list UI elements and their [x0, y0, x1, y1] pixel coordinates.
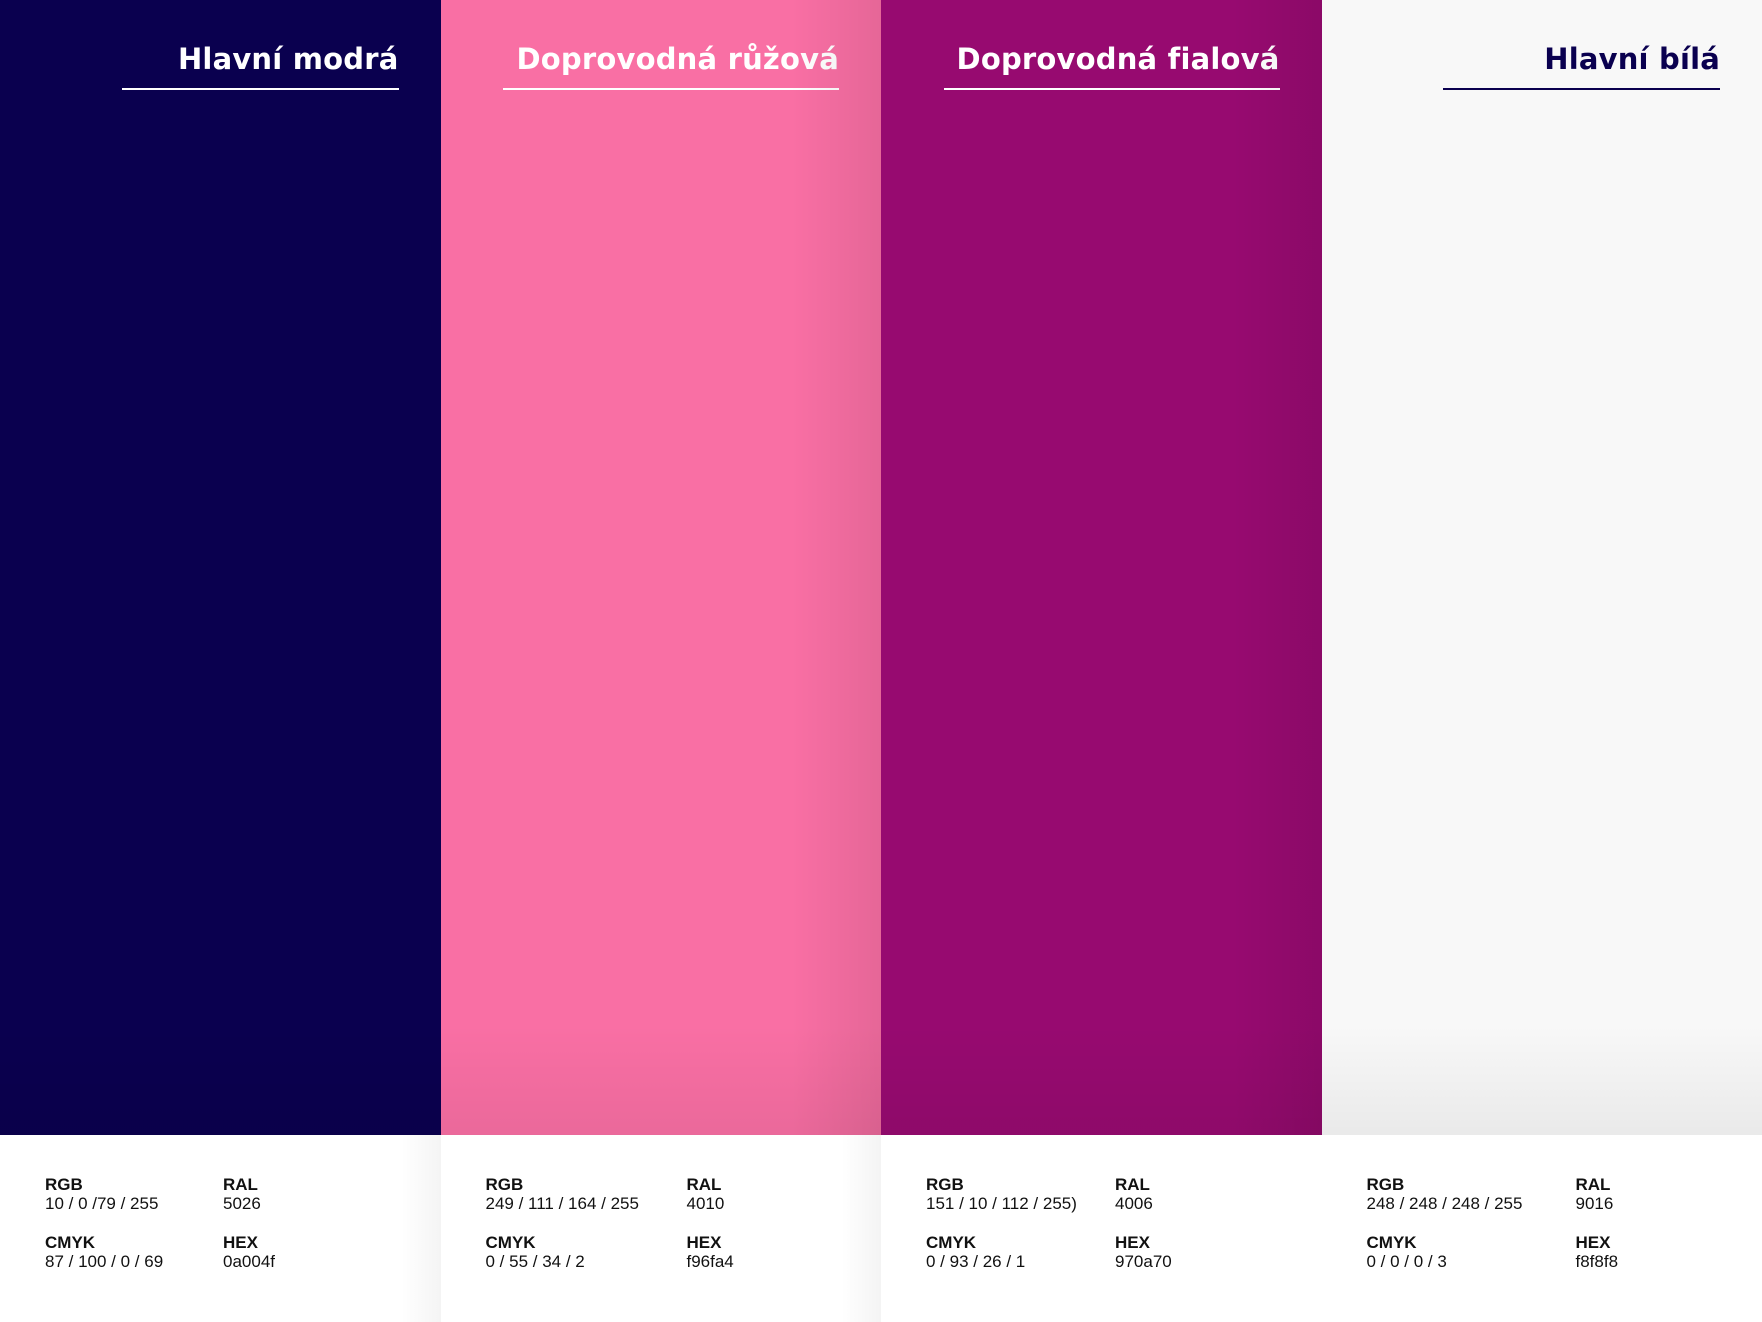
rgb-value: 248 / 248 / 248 / 255: [1366, 1194, 1523, 1213]
hex-label: HEX: [686, 1233, 722, 1252]
swatch-title: Doprovodná růžová: [516, 42, 839, 76]
swatch-specs: RGB 151 / 10 / 112 / 255) RAL 4006 CMYK …: [881, 1135, 1322, 1322]
swatch-title: Doprovodná fialová: [956, 42, 1280, 76]
ral-value: 4010: [686, 1194, 725, 1213]
cmyk-value: 87 / 100 / 0 / 69: [45, 1252, 164, 1271]
color-swatch: Hlavní bílá: [1321, 0, 1762, 1135]
swatch-specs: RGB 248 / 248 / 248 / 255 RAL 9016 CMYK …: [1321, 1135, 1762, 1322]
hex-label: HEX: [1115, 1233, 1150, 1252]
swatch-specs: RGB 10 / 0 /79 / 255 RAL 5026 CMYK 87 / …: [0, 1135, 441, 1322]
hex-value: 970a70: [1115, 1252, 1172, 1271]
ral-value: 5026: [223, 1194, 261, 1213]
ral-value: 4006: [1115, 1194, 1153, 1213]
cmyk-value: 0 / 55 / 34 / 2: [485, 1252, 585, 1271]
cmyk-label: CMYK: [485, 1233, 536, 1252]
color-swatch: Hlavní modrá: [0, 0, 441, 1135]
color-swatch: Doprovodná fialová: [881, 0, 1322, 1135]
hex-value: 0a004f: [223, 1252, 275, 1271]
ral-spec: RAL 5026: [223, 1175, 441, 1221]
ral-label: RAL: [1575, 1175, 1611, 1194]
hex-label: HEX: [1575, 1233, 1611, 1252]
rgb-label: RGB: [485, 1175, 524, 1194]
rgb-label: RGB: [1366, 1175, 1405, 1194]
hex-value: f8f8f8: [1575, 1252, 1619, 1271]
ral-spec: RAL 4006: [1115, 1175, 1322, 1221]
swatch-specs: RGB 249 / 111 / 164 / 255 RAL 4010 CMYK …: [440, 1135, 882, 1322]
title-underline: [503, 88, 839, 90]
hex-spec: HEX 970a70: [1115, 1233, 1322, 1279]
rgb-value: 249 / 111 / 164 / 255: [485, 1194, 639, 1213]
swatch-title: Hlavní modrá: [177, 42, 399, 76]
title-underline: [1443, 88, 1720, 90]
rgb-spec: RGB 249 / 111 / 164 / 255: [486, 1175, 687, 1221]
hex-label: HEX: [223, 1233, 258, 1252]
color-palette: Hlavní modrá RGB 10 / 0 /79 / 255 RAL 50…: [0, 0, 1762, 1322]
ral-label: RAL: [1115, 1175, 1150, 1194]
cmyk-spec: CMYK 0 / 55 / 34 / 2: [486, 1233, 687, 1279]
ral-spec: RAL 9016: [1576, 1175, 1762, 1221]
ral-label: RAL: [223, 1175, 258, 1194]
cmyk-label: CMYK: [1366, 1233, 1417, 1252]
color-swatch: Doprovodná růžová: [440, 0, 881, 1135]
title-underline: [121, 88, 399, 90]
rgb-value: 10 / 0 /79 / 255: [45, 1194, 159, 1213]
title-underline: [943, 88, 1280, 90]
hex-spec: HEX 0a004f: [223, 1233, 441, 1279]
swatch-column-hlavni-bila: Hlavní bílá RGB 248 / 248 / 248 / 255 RA…: [1321, 0, 1762, 1322]
rgb-value: 151 / 10 / 112 / 255): [926, 1194, 1077, 1213]
swatch-column-hlavni-modra: Hlavní modrá RGB 10 / 0 /79 / 255 RAL 50…: [0, 0, 441, 1322]
cmyk-spec: CMYK 0 / 93 / 26 / 1: [926, 1233, 1115, 1279]
rgb-spec: RGB 10 / 0 /79 / 255: [45, 1175, 223, 1221]
cmyk-value: 0 / 0 / 0 / 3: [1366, 1252, 1447, 1271]
hex-spec: HEX f96fa4: [687, 1233, 882, 1279]
rgb-label: RGB: [926, 1175, 964, 1194]
rgb-spec: RGB 151 / 10 / 112 / 255): [926, 1175, 1115, 1221]
cmyk-label: CMYK: [45, 1233, 96, 1252]
cmyk-spec: CMYK 87 / 100 / 0 / 69: [45, 1233, 223, 1279]
rgb-label: RGB: [45, 1175, 83, 1194]
cmyk-spec: CMYK 0 / 0 / 0 / 3: [1367, 1233, 1576, 1279]
swatch-column-doprovodna-ruzova: Doprovodná růžová RGB 249 / 111 / 164 / …: [440, 0, 882, 1322]
ral-value: 9016: [1575, 1194, 1614, 1213]
swatch-column-doprovodna-fialova: Doprovodná fialová RGB 151 / 10 / 112 / …: [881, 0, 1322, 1322]
ral-label: RAL: [686, 1175, 722, 1194]
swatch-title: Hlavní bílá: [1544, 42, 1720, 76]
cmyk-label: CMYK: [926, 1233, 977, 1252]
rgb-spec: RGB 248 / 248 / 248 / 255: [1367, 1175, 1576, 1221]
hex-spec: HEX f8f8f8: [1576, 1233, 1762, 1279]
hex-value: f96fa4: [686, 1252, 734, 1271]
ral-spec: RAL 4010: [687, 1175, 882, 1221]
cmyk-value: 0 / 93 / 26 / 1: [926, 1252, 1026, 1271]
